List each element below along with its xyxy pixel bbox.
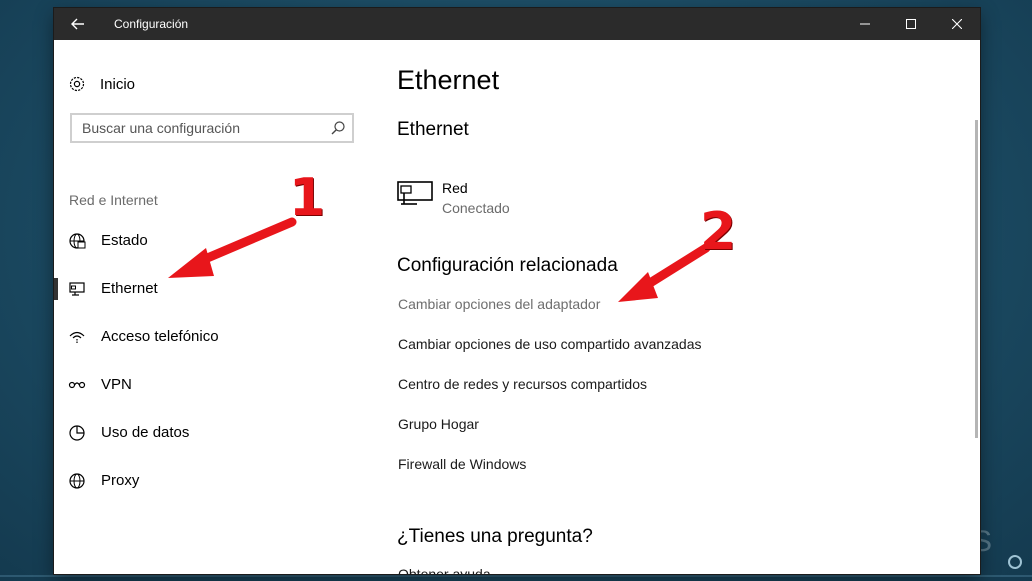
data-usage-icon: [69, 425, 85, 441]
settings-window: Configuración Inicio Red e Internet: [54, 8, 980, 574]
title-bar: Configuración: [54, 8, 980, 40]
close-icon: [952, 19, 962, 29]
search-icon: [331, 121, 345, 135]
network-name: Red: [442, 180, 468, 196]
home-label: Inicio: [100, 75, 136, 93]
search-input[interactable]: [72, 115, 342, 141]
sidebar-item-acceso-telefonico[interactable]: Acceso telefónico: [54, 316, 374, 356]
dialup-icon: [69, 331, 85, 344]
sidebar-item-uso-de-datos[interactable]: Uso de datos: [54, 412, 374, 452]
link-advanced-sharing[interactable]: Cambiar opciones de uso compartido avanz…: [398, 336, 702, 352]
link-adapter-options[interactable]: Cambiar opciones del adaptador: [398, 296, 600, 312]
sidebar: Inicio Red e Internet Estado: [54, 40, 374, 574]
link-network-center[interactable]: Centro de redes y recursos compartidos: [398, 376, 647, 392]
group-label: Red e Internet: [69, 192, 158, 208]
annotation-number-2: 2: [700, 202, 737, 262]
sidebar-item-label: VPN: [101, 375, 132, 393]
help-link[interactable]: Obtener ayuda: [398, 566, 491, 574]
main-content: Ethernet Ethernet Red Conectado Configur…: [374, 40, 980, 574]
ethernet-icon: [69, 282, 85, 296]
sidebar-item-vpn[interactable]: VPN: [54, 364, 374, 404]
back-arrow-icon: [71, 18, 84, 30]
link-firewall[interactable]: Firewall de Windows: [398, 456, 526, 472]
window-title: Configuración: [114, 17, 189, 31]
desktop-corner-icon: [1008, 555, 1022, 569]
home-nav-item[interactable]: Inicio: [68, 72, 135, 96]
question-title: ¿Tienes una pregunta?: [397, 526, 593, 547]
minimize-button[interactable]: [842, 8, 888, 40]
proxy-globe-icon: [69, 473, 85, 489]
vpn-icon: [68, 381, 86, 389]
related-settings-title: Configuración relacionada: [397, 255, 618, 276]
network-status: Conectado: [442, 200, 510, 216]
close-button[interactable]: [934, 8, 980, 40]
globe-status-icon: [69, 233, 86, 249]
maximize-button[interactable]: [888, 8, 934, 40]
sidebar-item-label: Acceso telefónico: [101, 327, 219, 345]
section-title: Ethernet: [397, 119, 469, 140]
sidebar-item-proxy[interactable]: Proxy: [54, 460, 374, 500]
sidebar-item-label: Uso de datos: [101, 423, 190, 441]
page-title: Ethernet: [397, 65, 500, 95]
sidebar-item-label: Ethernet: [101, 279, 158, 297]
scrollbar[interactable]: [975, 120, 978, 438]
sidebar-item-estado[interactable]: Estado: [54, 220, 374, 260]
link-homegroup[interactable]: Grupo Hogar: [398, 416, 479, 432]
annotation-number-1: 1: [289, 168, 326, 228]
sidebar-item-label: Proxy: [101, 471, 140, 489]
search-box[interactable]: [70, 113, 354, 143]
sidebar-item-label: Estado: [101, 231, 148, 249]
gear-icon: [69, 76, 85, 92]
maximize-icon: [906, 19, 916, 29]
minimize-icon: [860, 23, 870, 25]
back-button[interactable]: [54, 8, 102, 40]
network-computer-icon: [397, 181, 433, 205]
network-item[interactable]: Red Conectado: [397, 178, 597, 222]
sidebar-item-ethernet[interactable]: Ethernet: [54, 268, 374, 308]
desktop-stripe: [0, 575, 1032, 577]
